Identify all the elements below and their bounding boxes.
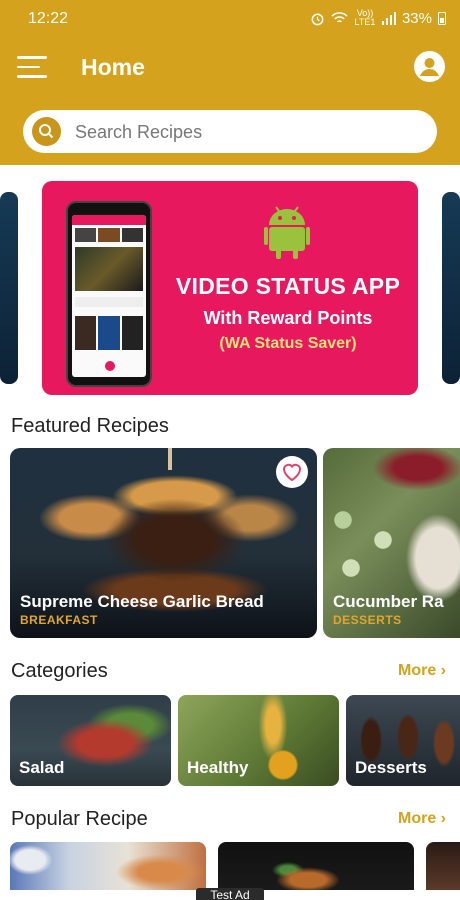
ad-banner-label: Test Ad: [196, 888, 264, 900]
category-card[interactable]: Salad: [10, 695, 171, 786]
phone-mockup-image: [66, 201, 152, 387]
categories-title: Categories: [11, 660, 108, 682]
banner-prev-card[interactable]: [0, 192, 18, 384]
popular-more-link[interactable]: More ›: [398, 810, 446, 828]
category-label: Salad: [19, 758, 65, 777]
recipe-name: Cucumber Ra: [333, 592, 444, 611]
recipe-name: Supreme Cheese Garlic Bread: [20, 592, 264, 611]
popular-title: Popular Recipe: [11, 808, 148, 830]
category-card[interactable]: Healthy: [178, 695, 339, 786]
profile-icon[interactable]: [414, 51, 445, 82]
banner-tagline: (WA Status Saver): [219, 335, 357, 352]
network-label: Vo)) LTE1: [354, 8, 376, 27]
search-icon[interactable]: [32, 117, 61, 146]
chevron-right-icon: ›: [440, 662, 446, 679]
favorite-button[interactable]: [276, 456, 308, 488]
category-label: Desserts: [355, 758, 427, 777]
more-label: More: [397, 810, 437, 827]
status-bar: 12:22 Vo)) LTE1 33%: [0, 0, 460, 38]
signal-icon: [381, 11, 396, 25]
featured-title: Featured Recipes: [11, 415, 169, 437]
alarm-icon: [311, 13, 324, 25]
popular-card[interactable]: [10, 842, 206, 890]
chevron-right-icon: ›: [440, 810, 446, 827]
search-bar[interactable]: Search Recipes: [23, 110, 437, 153]
more-label: More: [397, 662, 437, 679]
categories-more-link[interactable]: More ›: [398, 662, 446, 680]
status-time: 12:22: [28, 10, 69, 27]
recipe-category: DESSERTS: [333, 613, 402, 627]
promo-banner[interactable]: VIDEO STATUS APP With Reward Points (WA …: [42, 181, 418, 395]
android-icon: [264, 206, 310, 259]
featured-card[interactable]: Supreme Cheese Garlic Bread BREAKFAST: [10, 448, 317, 638]
status-icons: Vo)) LTE1 33%: [310, 9, 446, 27]
menu-icon[interactable]: [17, 56, 47, 78]
battery-percent: 33%: [401, 9, 432, 27]
banner-next-card[interactable]: [442, 192, 460, 384]
banner-headline: VIDEO STATUS APP: [175, 273, 401, 299]
category-label: Healthy: [187, 758, 249, 777]
featured-card[interactable]: Cucumber Ra DESSERTS: [323, 448, 460, 638]
category-card[interactable]: Desserts: [346, 695, 460, 786]
page-title: Home: [81, 54, 145, 80]
heart-icon: [282, 463, 302, 482]
banner-subtitle: With Reward Points: [203, 308, 373, 328]
popular-card[interactable]: [218, 842, 414, 890]
wifi-icon: [331, 12, 348, 23]
app-header: 12:22 Vo)) LTE1 33% Home Search Recipes: [0, 0, 460, 165]
recipe-category: BREAKFAST: [20, 613, 98, 627]
popular-card[interactable]: [426, 842, 460, 890]
battery-icon: [438, 12, 446, 25]
search-placeholder: Search Recipes: [75, 122, 203, 142]
